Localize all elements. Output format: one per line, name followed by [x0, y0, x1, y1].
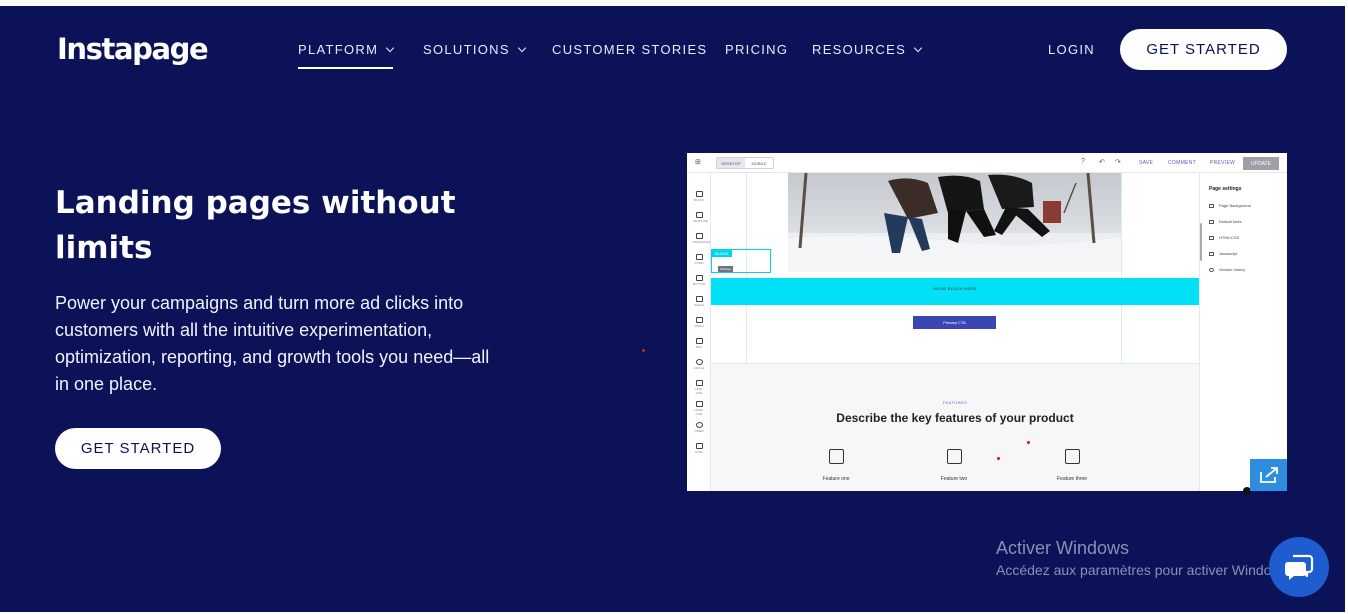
- feature-one-label: Feature one: [822, 476, 850, 482]
- nav-customer-stories[interactable]: CUSTOMER STORIES: [552, 42, 707, 57]
- windows-activation-title: Activer Windows: [996, 538, 1130, 558]
- nav-resources[interactable]: RESOURCES: [812, 42, 923, 57]
- device-toggle: DESKTOP MOBILE: [716, 157, 774, 169]
- nav-platform[interactable]: PLATFORM: [298, 42, 395, 69]
- hero-get-started-button[interactable]: GET STARTED: [55, 428, 221, 469]
- builder-preview: ⊞ DESKTOP MOBILE ? ↶ ↷ SAVE COMMENT PREV…: [687, 153, 1287, 491]
- windows-activation-subtitle: Accédez aux paramètres pour activer Wind…: [996, 562, 1293, 578]
- feature-two-icon: [946, 449, 962, 464]
- nav-pricing[interactable]: PRICING: [725, 42, 788, 57]
- layout-icon: ⊞: [695, 159, 701, 166]
- jumping-people-image: [788, 173, 1121, 272]
- preview-preview: PREVIEW: [1210, 160, 1236, 166]
- hero-photo: [788, 173, 1121, 272]
- features-section: FEATURES Describe the key features of yo…: [711, 363, 1199, 491]
- tool-timer: TIMER: [693, 422, 705, 433]
- decor-dot: [642, 349, 645, 352]
- move-block-label: MOVE BLOCK HERE: [933, 286, 977, 291]
- feature-three: Feature three: [1027, 449, 1117, 482]
- block-settings-tag: Settings: [718, 266, 733, 272]
- preview-save: SAVE: [1139, 160, 1154, 166]
- expand-button[interactable]: [1250, 459, 1287, 491]
- page-settings-title: Page settings: [1209, 186, 1242, 192]
- tool-form: FORM: [693, 254, 705, 265]
- tool-image: IMAGE: [693, 296, 705, 307]
- preview-toolbar: ⊞ DESKTOP MOBILE ? ↶ ↷ SAVE COMMENT PREV…: [687, 153, 1287, 173]
- hero-title: Landing pages without limits: [55, 185, 456, 266]
- preview-comment: COMMENT: [1168, 160, 1196, 166]
- tool-circle: CIRCLE: [693, 359, 705, 370]
- setting-html-css: HTML/CSS: [1209, 235, 1239, 240]
- tool-block: BLOCK: [693, 191, 705, 202]
- page-background: Instapage PLATFORM SOLUTIONS CUSTOMER ST…: [0, 6, 1345, 612]
- tool-box: BOX: [693, 338, 705, 349]
- chevron-down-icon: [385, 43, 395, 52]
- preview-canvas: BLOCK Settings MOVE BLOCK HERE Primary C…: [711, 173, 1199, 491]
- chat-button[interactable]: [1269, 537, 1329, 597]
- preview-tool-sidebar: BLOCK HEADLINE PARAGRAPH FORM BUTTON IMA…: [687, 173, 712, 491]
- feature-three-label: Feature three: [1056, 476, 1088, 482]
- tool-horz-line: HORZ. LINE: [693, 401, 705, 416]
- tool-headline: HEADLINE: [693, 212, 708, 223]
- undo-icon: ↶: [1099, 159, 1105, 166]
- nav-platform-label: PLATFORM: [298, 42, 379, 57]
- setting-javascript: Javascript: [1209, 251, 1237, 256]
- chevron-down-icon: [913, 43, 923, 52]
- chevron-down-icon: [517, 43, 527, 52]
- decor-dot: [1027, 441, 1030, 444]
- features-eyebrow: FEATURES: [942, 400, 968, 405]
- feature-one: Feature one: [791, 449, 881, 482]
- feature-two-label: Feature two: [940, 476, 968, 482]
- setting-page-background: Page Background: [1209, 203, 1251, 208]
- setting-default-fonts: Default fonts: [1209, 219, 1241, 224]
- tool-button: BUTTON: [693, 275, 705, 286]
- tool-video: VIDEO: [693, 317, 705, 328]
- nav-customer-stories-label: CUSTOMER STORIES: [552, 42, 708, 57]
- hero-description: Power your campaigns and turn more ad cl…: [55, 293, 490, 394]
- features-title: Describe the key features of your produc…: [836, 411, 1074, 425]
- move-block-band: MOVE BLOCK HERE: [711, 278, 1199, 305]
- tool-vert-line: VERT. LINE: [693, 380, 705, 395]
- feature-three-icon: [1064, 449, 1080, 464]
- chat-bubble-icon: [1285, 554, 1314, 580]
- preview-update: UPDATE: [1243, 157, 1279, 170]
- login-link[interactable]: LOGIN: [1048, 42, 1095, 57]
- nav-solutions[interactable]: SOLUTIONS: [423, 42, 527, 57]
- toggle-mobile: MOBILE: [751, 160, 767, 166]
- header-get-started-button[interactable]: GET STARTED: [1120, 29, 1287, 70]
- toggle-desktop: DESKTOP: [717, 158, 745, 168]
- redo-icon: ↷: [1115, 159, 1121, 166]
- tool-html: HTML: [693, 443, 705, 454]
- expand-arrow-icon: [1259, 467, 1278, 483]
- tool-paragraph: PARAGRAPH: [693, 233, 712, 244]
- feature-one-icon: [828, 449, 844, 464]
- decor-dot: [997, 457, 1000, 460]
- help-icon: ?: [1081, 158, 1085, 165]
- selected-block: BLOCK Settings: [711, 249, 771, 273]
- instapage-logo[interactable]: Instapage: [57, 32, 209, 66]
- feature-two: Feature two: [909, 449, 999, 482]
- preview-primary-cta: Primary CTA: [913, 316, 996, 329]
- block-tag: BLOCK: [712, 250, 732, 257]
- panel-scrollbar: [1200, 223, 1202, 261]
- nav-solutions-label: SOLUTIONS: [423, 42, 510, 57]
- nav-pricing-label: PRICING: [725, 42, 789, 57]
- setting-version-history: Version history: [1209, 267, 1245, 272]
- page-settings-panel: Page settings Page Background Default fo…: [1199, 173, 1287, 491]
- nav-resources-label: RESOURCES: [812, 42, 907, 57]
